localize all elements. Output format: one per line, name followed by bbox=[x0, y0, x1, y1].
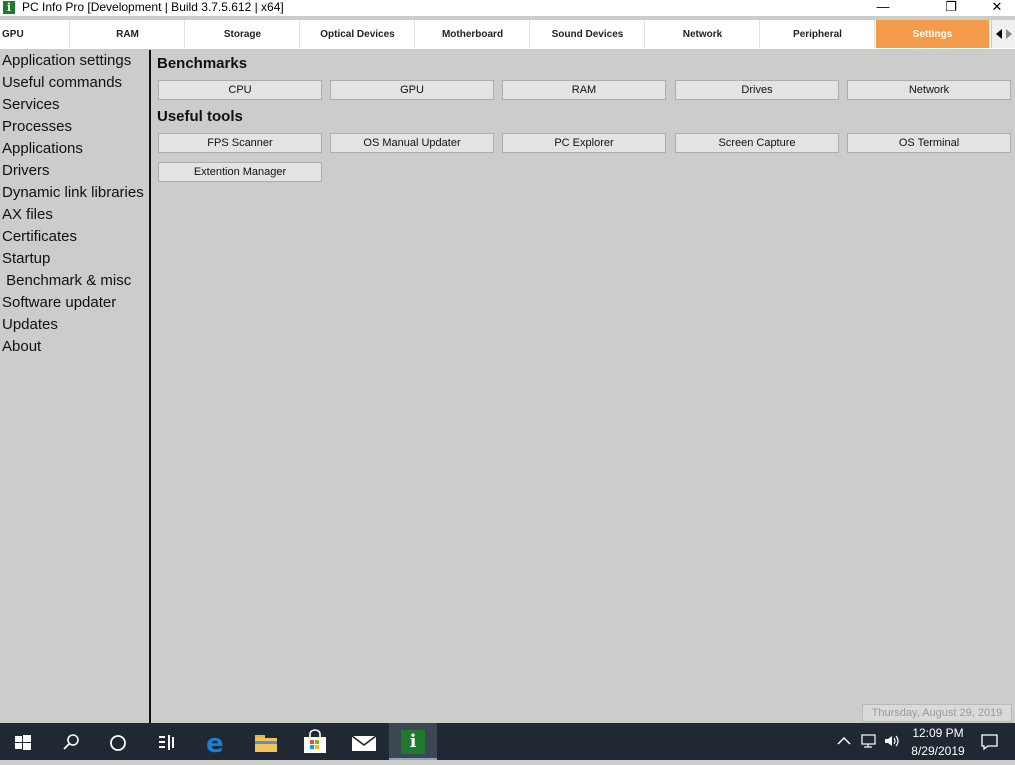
tab-storage[interactable]: Storage bbox=[186, 20, 300, 48]
tab-peripheral[interactable]: Peripheral bbox=[761, 20, 875, 48]
sidebar-item-application-settings[interactable]: Application settings bbox=[2, 51, 131, 71]
sidebar-item-ax-files[interactable]: AX files bbox=[2, 205, 53, 225]
benchmark-gpu-button[interactable]: GPU bbox=[330, 80, 494, 100]
sidebar-item-useful-commands[interactable]: Useful commands bbox=[2, 73, 122, 93]
sidebar-item-processes[interactable]: Processes bbox=[2, 117, 72, 137]
volume-icon[interactable] bbox=[883, 733, 901, 749]
action-center-icon[interactable] bbox=[980, 733, 1000, 751]
edge-icon: e bbox=[206, 729, 224, 759]
store-bag-icon bbox=[304, 729, 326, 753]
date-display: Thursday, August 29, 2019 bbox=[862, 704, 1012, 722]
title-bar: i PC Info Pro [Development | Build 3.7.5… bbox=[0, 0, 1015, 16]
clock-date[interactable]: 8/29/2019 bbox=[906, 744, 970, 758]
file-explorer-button[interactable] bbox=[242, 723, 290, 760]
cortana-circle-icon bbox=[110, 735, 126, 751]
folder-icon bbox=[255, 735, 277, 752]
sidebar-item-startup[interactable]: Startup bbox=[2, 249, 50, 269]
sidebar-item-benchmark-misc[interactable]: Benchmark & misc bbox=[2, 271, 131, 291]
sidebar-item-updates[interactable]: Updates bbox=[2, 315, 58, 335]
benchmark-drives-button[interactable]: Drives bbox=[675, 80, 839, 100]
sidebar-item-dynamic-link-libraries[interactable]: Dynamic link libraries bbox=[2, 183, 144, 203]
pc-info-pro-taskbar-button[interactable]: i bbox=[389, 723, 437, 760]
pc-info-pro-glyph: i bbox=[409, 731, 417, 752]
benchmark-ram-button[interactable]: RAM bbox=[502, 80, 666, 100]
tab-optical-devices[interactable]: Optical Devices bbox=[301, 20, 415, 48]
window-title: PC Info Pro [Development | Build 3.7.5.6… bbox=[22, 0, 284, 14]
tab-gpu[interactable]: GPU bbox=[0, 20, 70, 48]
windows-logo-icon bbox=[15, 735, 31, 750]
tab-bar: GPU RAM Storage Optical Devices Motherbo… bbox=[0, 20, 1015, 49]
maximize-button[interactable]: ❐ bbox=[928, 0, 974, 16]
benchmarks-heading: Benchmarks bbox=[157, 55, 248, 72]
task-view-icon bbox=[159, 735, 174, 750]
store-button[interactable] bbox=[291, 723, 339, 760]
tab-network[interactable]: Network bbox=[646, 20, 760, 48]
close-button[interactable]: ✕ bbox=[974, 0, 1015, 16]
task-view-button[interactable] bbox=[142, 723, 190, 760]
tab-motherboard[interactable]: Motherboard bbox=[416, 20, 530, 48]
os-terminal-button[interactable]: OS Terminal bbox=[847, 133, 1011, 153]
extension-manager-button[interactable]: Extention Manager bbox=[158, 162, 322, 182]
useful-tools-heading: Useful tools bbox=[157, 108, 243, 125]
sidebar-item-services[interactable]: Services bbox=[2, 95, 60, 115]
screen-capture-button[interactable]: Screen Capture bbox=[675, 133, 839, 153]
start-button[interactable] bbox=[0, 723, 48, 760]
svg-text:e: e bbox=[206, 729, 224, 759]
benchmark-network-button[interactable]: Network bbox=[847, 80, 1011, 100]
clock-time[interactable]: 12:09 PM bbox=[906, 726, 970, 740]
mail-icon bbox=[351, 735, 377, 751]
os-manual-updater-button[interactable]: OS Manual Updater bbox=[330, 133, 494, 153]
app-icon: i bbox=[3, 1, 15, 14]
tab-sound-devices[interactable]: Sound Devices bbox=[531, 20, 645, 48]
cortana-button[interactable] bbox=[94, 723, 142, 760]
sidebar-item-software-updater[interactable]: Software updater bbox=[2, 293, 116, 313]
tab-scroll-left-icon[interactable] bbox=[996, 29, 1002, 39]
tab-scroll-buttons[interactable] bbox=[991, 20, 1015, 48]
tab-ram[interactable]: RAM bbox=[71, 20, 185, 48]
chevron-up-icon[interactable] bbox=[836, 733, 852, 749]
sidebar: Application settings Useful commands Ser… bbox=[0, 50, 151, 723]
sidebar-item-applications[interactable]: Applications bbox=[2, 139, 83, 159]
search-icon bbox=[63, 734, 79, 750]
tab-scroll-right-icon[interactable] bbox=[1006, 29, 1012, 39]
minimize-button[interactable]: — bbox=[860, 0, 906, 16]
pc-explorer-button[interactable]: PC Explorer bbox=[502, 133, 666, 153]
benchmark-cpu-button[interactable]: CPU bbox=[158, 80, 322, 100]
network-icon[interactable] bbox=[860, 733, 878, 749]
sidebar-item-certificates[interactable]: Certificates bbox=[2, 227, 77, 247]
fps-scanner-button[interactable]: FPS Scanner bbox=[158, 133, 322, 153]
search-button[interactable] bbox=[47, 723, 95, 760]
sidebar-item-about[interactable]: About bbox=[2, 337, 41, 357]
edge-browser-button[interactable]: e bbox=[193, 723, 241, 760]
mail-button[interactable] bbox=[340, 723, 388, 760]
sidebar-item-drivers[interactable]: Drivers bbox=[2, 161, 50, 181]
tab-settings[interactable]: Settings bbox=[876, 20, 990, 48]
taskbar: e i 12:09 PM 8/29/2019 bbox=[0, 723, 1015, 760]
